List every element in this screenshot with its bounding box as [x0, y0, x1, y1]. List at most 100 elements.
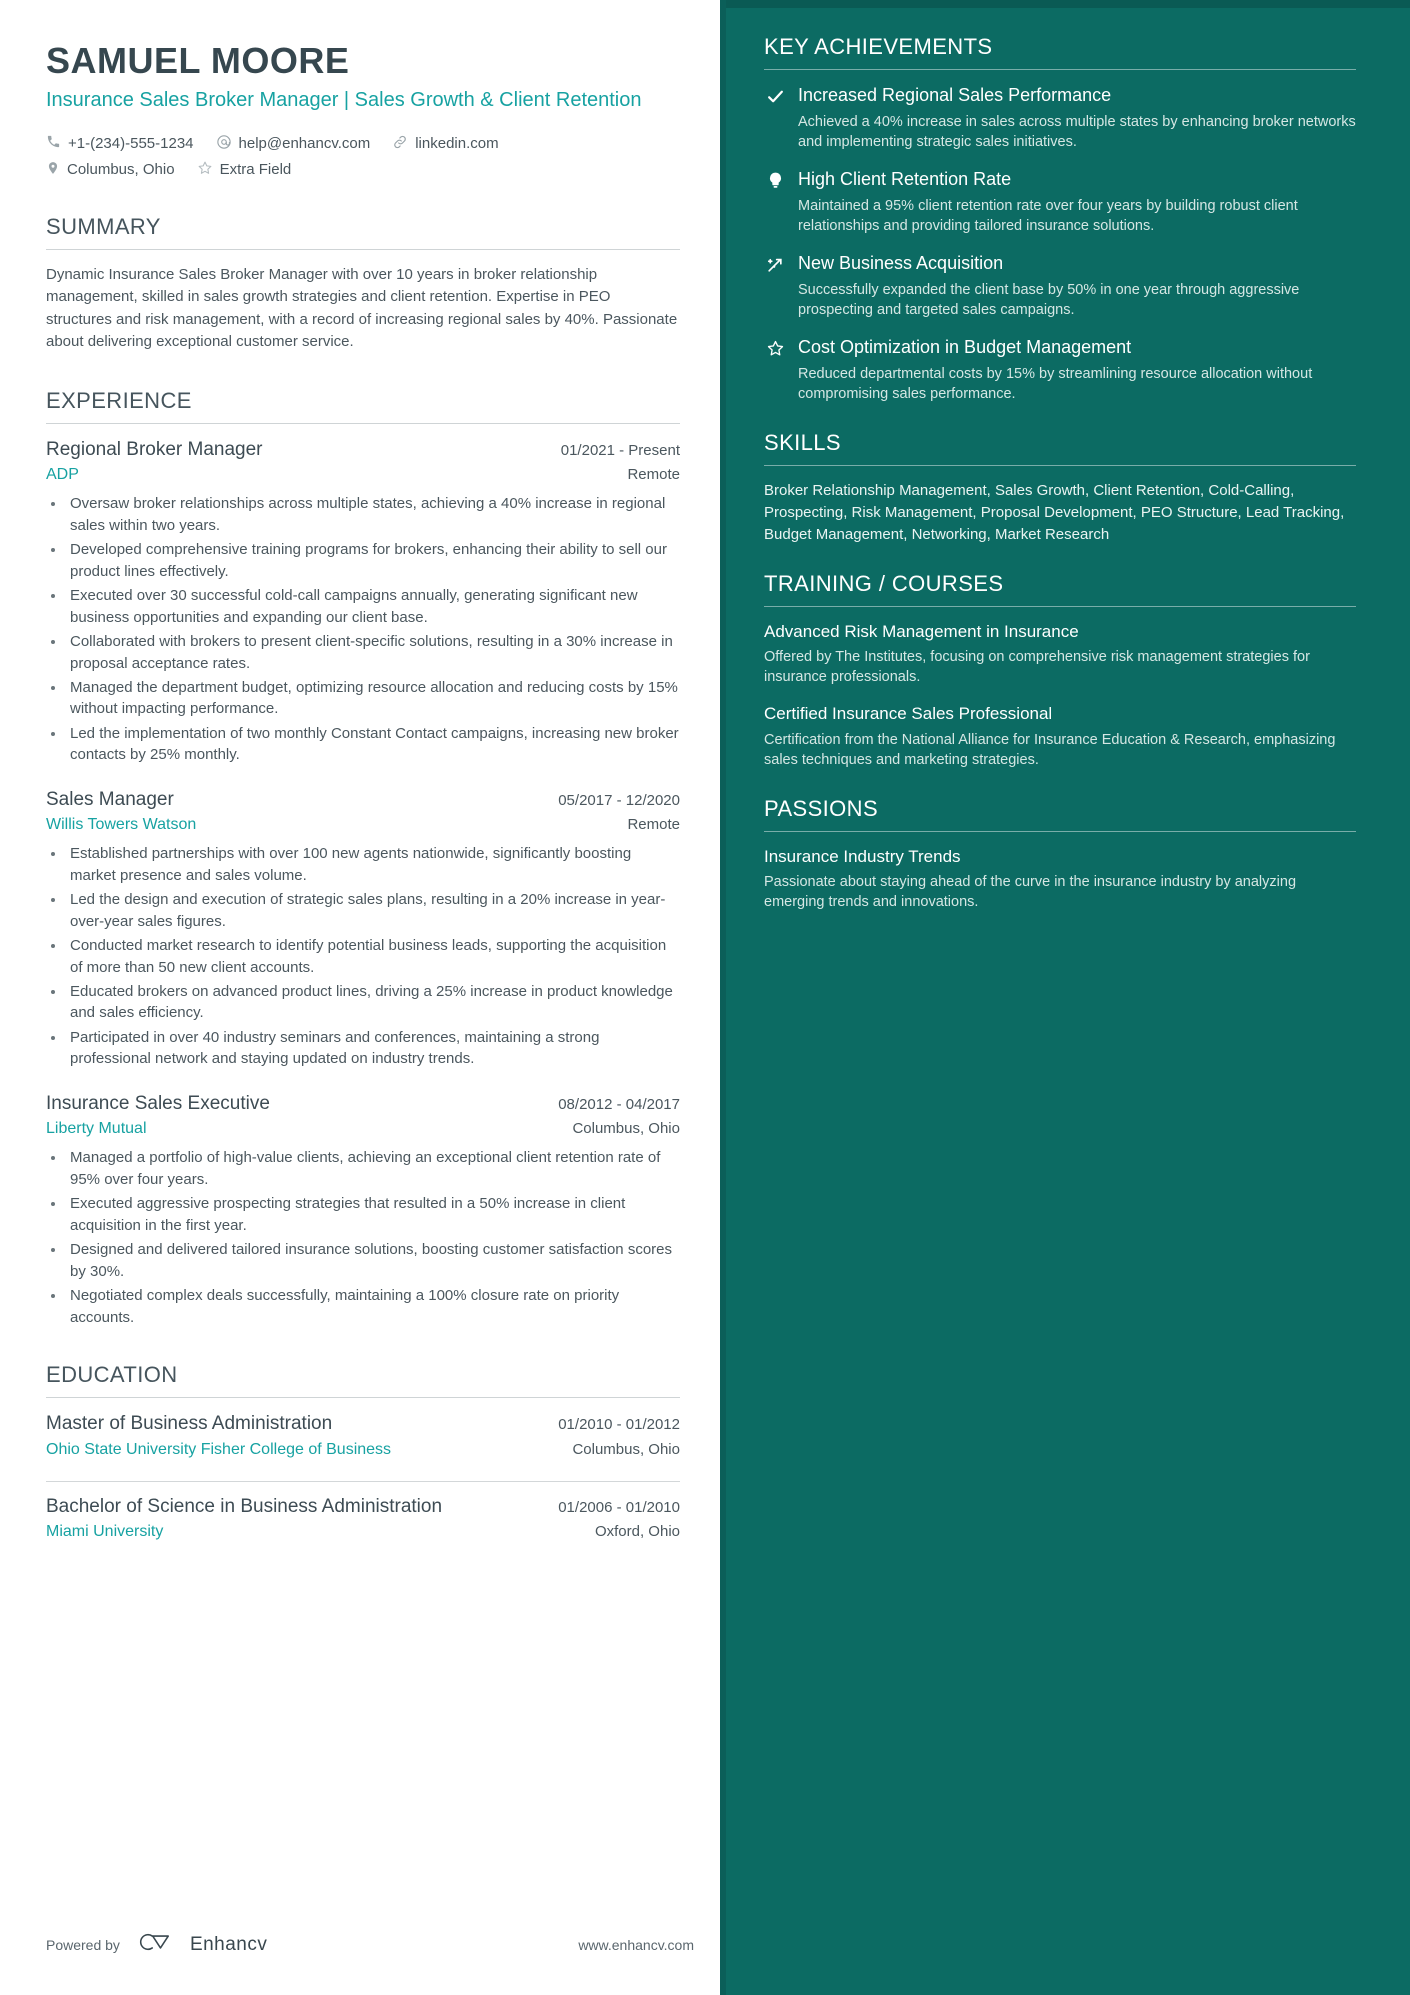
course-name: Certified Insurance Sales Professional [764, 704, 1053, 724]
contact-linkedin[interactable]: linkedin.com [392, 134, 499, 154]
divider [46, 248, 680, 250]
achievement-description: Reduced departmental costs by 15% by str… [798, 366, 1313, 403]
footer-url[interactable]: www.enhancv.com [578, 1937, 694, 1953]
achievement-description: Successfully expanded the client base by… [798, 282, 1300, 319]
contact-phone-text: +1-(234)-555-1234 [68, 135, 194, 153]
passion-description: Passionate about staying ahead of the cu… [764, 873, 1297, 910]
achievement-body: Increased Regional Sales Performance Ach… [798, 84, 1356, 152]
bullet: Managed the department budget, optimizin… [66, 677, 680, 720]
divider [46, 1396, 680, 1398]
contact-location-text: Columbus, Ohio [67, 161, 175, 179]
contact-phone[interactable]: +1-(234)-555-1234 [46, 134, 194, 153]
job-role: Regional Broker Manager [46, 438, 263, 460]
sidebar-content: KEY ACHIEVEMENTS Increased Regional Sale… [720, 8, 1410, 912]
location-pin-icon [46, 160, 60, 180]
powered-by: Powered by Enhancv [46, 1930, 267, 1959]
job-role: Insurance Sales Executive [46, 1092, 270, 1114]
contact-email[interactable]: help@enhancv.com [216, 134, 371, 154]
section-summary: SUMMARY Dynamic Insurance Sales Broker M… [46, 214, 680, 354]
bullet: Oversaw broker relationships across mult… [66, 493, 680, 536]
bullet: Educated brokers on advanced product lin… [66, 981, 680, 1024]
footer: Powered by Enhancv www.enhancv.com [46, 1930, 694, 1959]
bullet: Developed comprehensive training program… [66, 539, 680, 582]
star-icon [197, 160, 213, 180]
education-title-row: Master of Business Administration 01/201… [46, 1412, 680, 1437]
school-location: Oxford, Ohio [594, 1523, 680, 1541]
divider [764, 830, 1356, 832]
contact-details: +1-(234)-555-1234 help@enhancv.com linke… [46, 134, 680, 180]
experience-title-row: Insurance Sales Executive 08/2012 - 04/2… [46, 1092, 680, 1117]
phone-icon [46, 134, 61, 153]
achievement-title: Cost Optimization in Budget Management [798, 337, 1132, 358]
degree-name: Master of Business Administration [46, 1412, 333, 1434]
degree-name: Bachelor of Science in Business Administ… [46, 1495, 443, 1517]
degree-date: 01/2010 - 01/2012 [558, 1415, 680, 1433]
education-entry: Bachelor of Science in Business Administ… [46, 1480, 680, 1542]
lightbulb-icon [764, 168, 786, 190]
education-school-row: Ohio State University Fisher College of … [46, 1437, 680, 1459]
passion-name: Insurance Industry Trends [764, 846, 961, 866]
achievement-description: Maintained a 95% client retention rate o… [798, 198, 1298, 235]
achievement-title: High Client Retention Rate [798, 169, 1012, 190]
divider [764, 606, 1356, 608]
skills-list: Broker Relationship Management, Sales Gr… [764, 482, 1345, 543]
bullet: Negotiated complex deals successfully, m… [66, 1285, 680, 1328]
experience-company-row: Willis Towers Watson Remote [46, 812, 680, 834]
contact-email-text: help@enhancv.com [238, 135, 371, 153]
course-name: Advanced Risk Management in Insurance [764, 622, 1079, 642]
passions-heading: PASSIONS [764, 795, 879, 821]
achievement-body: High Client Retention Rate Maintained a … [798, 168, 1356, 236]
powered-by-label: Powered by [46, 1936, 120, 1953]
bullet: Conducted market research to identify po… [66, 935, 680, 978]
achievement-description: Achieved a 40% increase in sales across … [798, 114, 1356, 151]
bullet: Established partnerships with over 100 n… [66, 843, 680, 886]
job-bullets: Oversaw broker relationships across mult… [66, 493, 680, 765]
bullet: Designed and delivered tailored insuranc… [66, 1239, 680, 1282]
achievements-heading: KEY ACHIEVEMENTS [764, 34, 993, 59]
bullet: Managed a portfolio of high-value client… [66, 1147, 680, 1190]
section-passions: PASSIONS Insurance Industry Trends Passi… [764, 796, 1356, 912]
achievement-body: New Business Acquisition Successfully ex… [798, 252, 1356, 320]
experience-title-row: Sales Manager 05/2017 - 12/2020 [46, 788, 680, 813]
bullet: Executed aggressive prospecting strategi… [66, 1193, 680, 1236]
achievement-title: Increased Regional Sales Performance [798, 85, 1112, 105]
bullet: Executed over 30 successful cold-call ca… [66, 585, 680, 628]
experience-entry: Regional Broker Manager 01/2021 - Presen… [46, 438, 680, 766]
section-skills: SKILLS Broker Relationship Management, S… [764, 430, 1356, 545]
star-outline-icon [764, 336, 786, 358]
education-heading: EDUCATION [46, 1361, 178, 1387]
passion-item: Insurance Industry Trends Passionate abo… [764, 846, 1356, 912]
skills-heading: SKILLS [764, 430, 842, 456]
divider [764, 465, 1356, 467]
school-name[interactable]: Miami University [46, 1523, 163, 1541]
section-education: EDUCATION Master of Business Administrat… [46, 1362, 680, 1541]
enhancv-logo-icon [134, 1930, 176, 1959]
bullet: Participated in over 40 industry seminar… [66, 1027, 680, 1070]
job-location: Columbus, Ohio [572, 1120, 680, 1138]
school-name[interactable]: Ohio State University Fisher College of … [46, 1441, 391, 1459]
job-bullets: Managed a portfolio of high-value client… [66, 1147, 680, 1328]
job-date: 05/2017 - 12/2020 [558, 791, 680, 809]
job-company[interactable]: ADP [46, 466, 79, 484]
contact-row-2: Columbus, Ohio Extra Field [46, 160, 680, 180]
experience-title-row: Regional Broker Manager 01/2021 - Presen… [46, 438, 680, 463]
divider [46, 1480, 680, 1482]
achievement-body: Cost Optimization in Budget Management R… [798, 336, 1356, 404]
job-location: Remote [627, 466, 680, 484]
section-training-courses: TRAINING / COURSES Advanced Risk Managem… [764, 571, 1356, 769]
divider [764, 69, 1356, 70]
summary-text: Dynamic Insurance Sales Broker Manager w… [46, 265, 678, 351]
main-column: SAMUEL MOORE Insurance Sales Broker Mana… [0, 0, 720, 1995]
contact-extra-field-text: Extra Field [219, 161, 292, 179]
job-date: 01/2021 - Present [560, 441, 680, 459]
achievement-item: New Business Acquisition Successfully ex… [764, 252, 1356, 320]
degree-date: 01/2006 - 01/2010 [558, 1498, 680, 1516]
job-company[interactable]: Liberty Mutual [46, 1120, 147, 1138]
job-company[interactable]: Willis Towers Watson [46, 816, 196, 834]
contact-linkedin-text: linkedin.com [415, 135, 499, 153]
achievement-title: New Business Acquisition [798, 253, 1004, 274]
check-icon [764, 84, 786, 106]
job-date: 08/2012 - 04/2017 [558, 1095, 680, 1113]
bullet: Led the implementation of two monthly Co… [66, 723, 680, 766]
job-bullets: Established partnerships with over 100 n… [66, 843, 680, 1069]
